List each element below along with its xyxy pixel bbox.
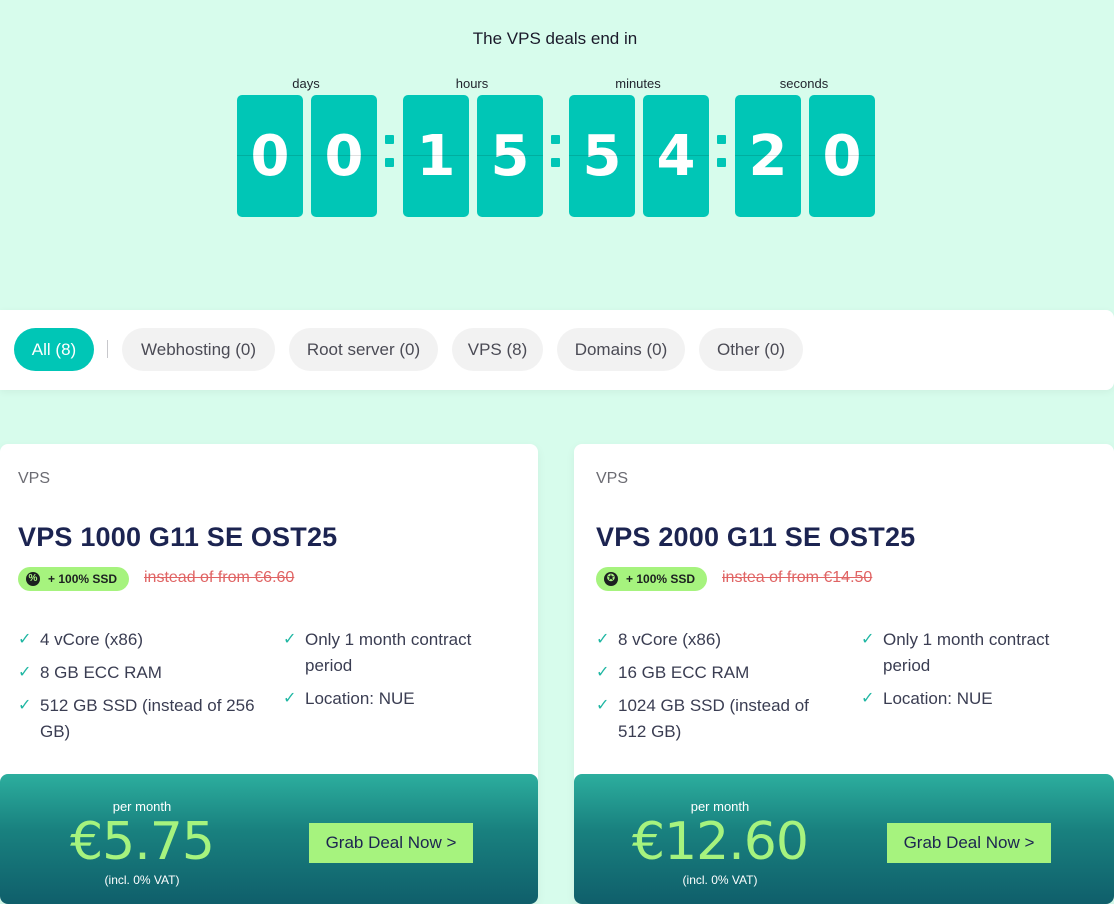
check-icon: ✓ [18,631,32,648]
hours-digit-2: 5 [477,95,543,217]
category-filter-bar: All (8) Webhosting (0) Root server (0) V… [0,310,1114,390]
check-icon: ✓ [861,631,875,648]
grab-deal-button[interactable]: Grab Deal Now > [309,823,473,863]
days-digit-1: 0 [237,95,303,217]
colon-separator [717,135,727,181]
feature-item: ✓ Location: NUE [861,686,1061,712]
feature-item: ✓ 4 vCore (x86) [18,627,258,653]
check-icon: ✓ [861,690,875,707]
filter-divider [107,340,108,358]
ssd-badge: % + 100% SSD [18,567,130,591]
grab-deal-button[interactable]: Grab Deal Now > [887,823,1051,863]
price-panel: per month €12.60 (incl. 0% VAT) Grab Dea… [574,774,1114,904]
check-icon: ✓ [596,664,610,681]
days-digit-2: 0 [311,95,377,217]
price-value: €5.75 [70,812,215,872]
feature-item: ✓ 8 vCore (x86) [596,627,836,653]
feature-item: ✓ Only 1 month contract period [283,627,483,679]
vat-note: (incl. 0% VAT) [682,873,758,887]
hours-digit-1: 1 [403,95,469,217]
card-category: VPS [18,470,51,487]
colon-separator [385,135,395,181]
filter-webhosting[interactable]: Webhosting (0) [122,328,275,371]
card-category: VPS [596,470,629,487]
minutes-digit-2: 4 [643,95,709,217]
check-icon: ✓ [18,697,32,714]
check-icon: ✓ [596,631,610,648]
feature-item: ✓ Only 1 month contract period [861,627,1061,679]
countdown-title: The VPS deals end in [472,29,638,48]
price-value: €12.60 [632,812,809,872]
hours-label: hours [455,76,489,91]
ssd-badge: ✪ + 100% SSD [596,567,708,591]
filter-root-server[interactable]: Root server (0) [289,328,438,371]
feature-item: ✓ 8 GB ECC RAM [18,660,258,686]
check-icon: ✓ [18,664,32,681]
feature-item: ✓ 1024 GB SSD (instead of 512 GB) [596,693,816,745]
filter-vps[interactable]: VPS (8) [452,328,543,371]
badge-label: + 100% SSD [626,572,696,586]
seconds-digit-1: 2 [735,95,801,217]
star-icon: ✪ [604,572,618,586]
days-label: days [292,76,320,91]
check-icon: ✓ [283,690,297,707]
old-price: instead of from €6.60 [144,569,295,586]
feature-item: ✓ Location: NUE [283,686,483,712]
percent-icon: % [26,572,40,586]
filter-domains[interactable]: Domains (0) [557,328,685,371]
filter-all[interactable]: All (8) [14,328,94,371]
deal-card: VPS VPS 1000 G11 SE OST25 % + 100% SSD i… [0,444,538,904]
seconds-label: seconds [779,76,829,91]
minutes-label: minutes [615,76,661,91]
minutes-digit-1: 5 [569,95,635,217]
feature-item: ✓ 512 GB SSD (instead of 256 GB) [18,693,258,745]
check-icon: ✓ [596,697,610,714]
card-title: VPS 2000 G11 SE OST25 [596,522,916,552]
vat-note: (incl. 0% VAT) [104,873,180,887]
seconds-digit-2: 0 [809,95,875,217]
badge-label: + 100% SSD [48,572,118,586]
filter-other[interactable]: Other (0) [699,328,803,371]
card-title: VPS 1000 G11 SE OST25 [18,522,338,552]
deal-card: VPS VPS 2000 G11 SE OST25 ✪ + 100% SSD i… [574,444,1114,904]
feature-item: ✓ 16 GB ECC RAM [596,660,836,686]
old-price: instea of from €14.50 [722,569,873,586]
check-icon: ✓ [283,631,297,648]
colon-separator [551,135,561,181]
price-panel: per month €5.75 (incl. 0% VAT) Grab Deal… [0,774,538,904]
